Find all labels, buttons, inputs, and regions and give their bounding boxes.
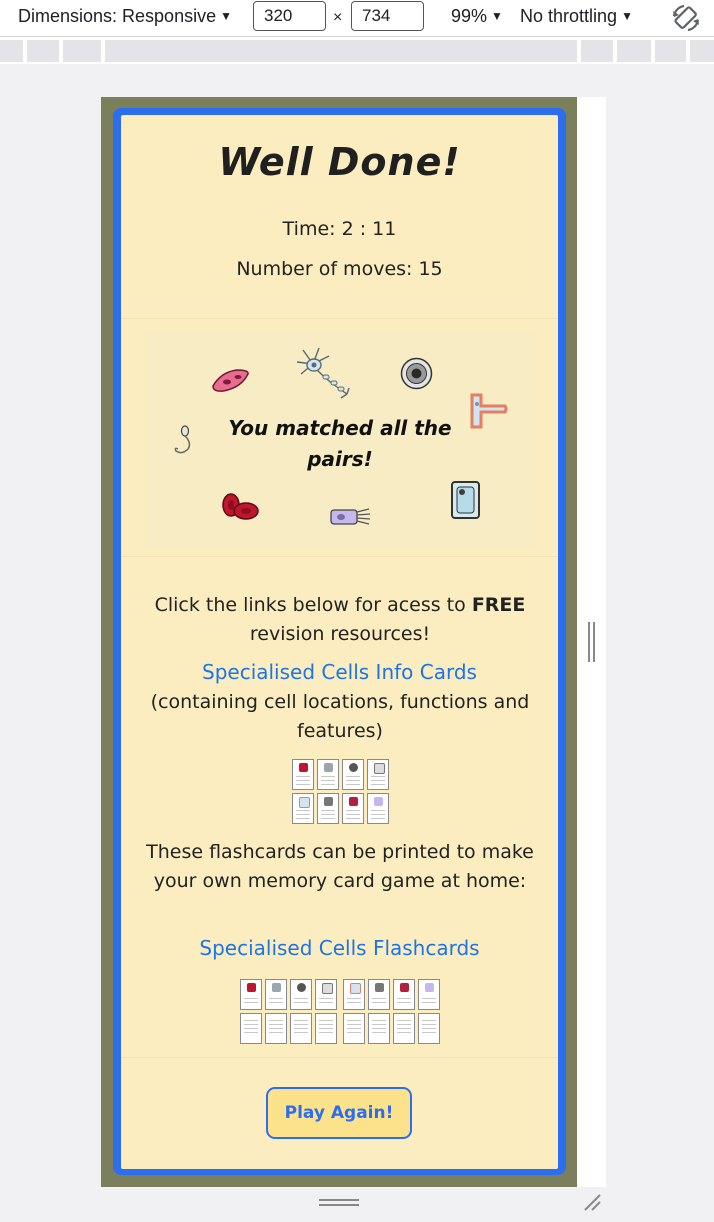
media-query-segment[interactable]	[63, 40, 101, 62]
flashcard-thumb	[368, 979, 390, 1010]
resources-intro: Click the links below for acess to FREE …	[135, 591, 545, 649]
throttling-dropdown[interactable]: No throttling ▼	[520, 6, 633, 27]
egg-cell-icon	[400, 357, 433, 390]
resources-intro-text: Click the links below for acess to	[154, 594, 466, 616]
flashcard-thumb	[368, 1013, 390, 1044]
flashcard-thumb	[315, 1013, 337, 1044]
divider	[121, 318, 558, 319]
info-card-thumb	[367, 793, 389, 824]
plant-cell-icon	[451, 481, 480, 519]
zoom-label: 99%	[451, 6, 488, 26]
caret-down-icon: ▼	[491, 9, 503, 23]
play-again-button[interactable]: Play Again!	[266, 1087, 412, 1139]
flashcard-thumb	[240, 979, 262, 1010]
red-blood-cell-icon	[222, 493, 259, 520]
sperm-cell-icon	[174, 425, 191, 454]
zoom-dropdown[interactable]: 99% ▼	[451, 6, 503, 27]
times-symbol: ×	[333, 9, 343, 26]
resources-free-text: FREE	[471, 594, 526, 616]
divider	[121, 556, 558, 557]
resize-handle-bottom[interactable]	[319, 1197, 359, 1209]
media-query-segment[interactable]	[655, 40, 686, 62]
info-card-thumb	[342, 793, 364, 824]
media-query-segment[interactable]	[0, 40, 23, 62]
info-card-thumb	[317, 759, 339, 790]
height-input[interactable]: 734	[351, 1, 424, 31]
resources-tail-text: revision resources!	[249, 623, 431, 645]
info-cards-thumbnail[interactable]	[292, 759, 389, 824]
flashcards-thumbnail[interactable]	[343, 979, 440, 1044]
smooth-muscle-cell-icon	[212, 369, 249, 392]
flashcard-thumb	[418, 979, 440, 1010]
info-card-thumb	[342, 759, 364, 790]
info-cards-note: (containing cell locations, functions an…	[150, 691, 530, 742]
flashcard-thumb	[265, 979, 287, 1010]
nerve-cell-icon	[296, 347, 350, 399]
devtools-toolbar: Dimensions: Responsive ▼ 320 × 734 99% ▼ N…	[0, 0, 714, 37]
flashcard-thumb	[315, 979, 337, 1010]
flashcard-thumb	[343, 1013, 365, 1044]
dimensions-label: Dimensions: Responsive	[18, 6, 217, 26]
media-query-segment[interactable]	[617, 40, 651, 62]
root-hair-cell-icon	[470, 393, 508, 429]
ciliated-cell-icon	[330, 508, 371, 525]
caret-down-icon: ▼	[220, 9, 232, 23]
flashcard-thumb	[240, 1013, 262, 1044]
media-query-segment[interactable]	[105, 40, 577, 62]
divider	[121, 1057, 558, 1058]
moves-stat: Number of moves: 15	[236, 258, 443, 280]
flashcard-thumb	[393, 1013, 415, 1044]
flashcard-thumb	[393, 979, 415, 1010]
modal-title: Well Done!	[218, 140, 461, 184]
info-card-thumb	[292, 759, 314, 790]
info-card-thumb	[292, 793, 314, 824]
media-query-segment[interactable]	[690, 40, 714, 62]
info-card-thumb	[367, 759, 389, 790]
resize-handle-right[interactable]	[587, 622, 597, 662]
rotate-icon[interactable]	[670, 2, 702, 34]
flashcard-thumb	[343, 979, 365, 1010]
flashcard-thumb	[290, 1013, 312, 1044]
media-query-segment[interactable]	[27, 40, 59, 62]
flashcards-text: These flashcards can be printed to make …	[146, 841, 534, 892]
caret-down-icon: ▼	[621, 9, 633, 23]
resize-corner-icon[interactable]	[582, 1192, 602, 1212]
width-input[interactable]: 320	[253, 1, 326, 31]
info-cards-link[interactable]: Specialised Cells Info Cards	[121, 660, 558, 684]
throttling-label: No throttling	[520, 6, 618, 26]
flashcard-thumb	[265, 1013, 287, 1044]
media-query-segment[interactable]	[581, 40, 613, 62]
flashcard-thumb	[418, 1013, 440, 1044]
flashcards-thumbnail[interactable]	[240, 979, 337, 1044]
info-card-thumb	[317, 793, 339, 824]
flashcards-link[interactable]: Specialised Cells Flashcards	[121, 936, 558, 960]
dimensions-dropdown[interactable]: Dimensions: Responsive ▼	[18, 6, 232, 27]
matched-pairs-text: You matched all the pairs!	[228, 416, 452, 471]
media-query-bar	[0, 37, 714, 64]
flashcard-thumb	[290, 979, 312, 1010]
time-stat: Time: 2 : 11	[282, 218, 397, 240]
